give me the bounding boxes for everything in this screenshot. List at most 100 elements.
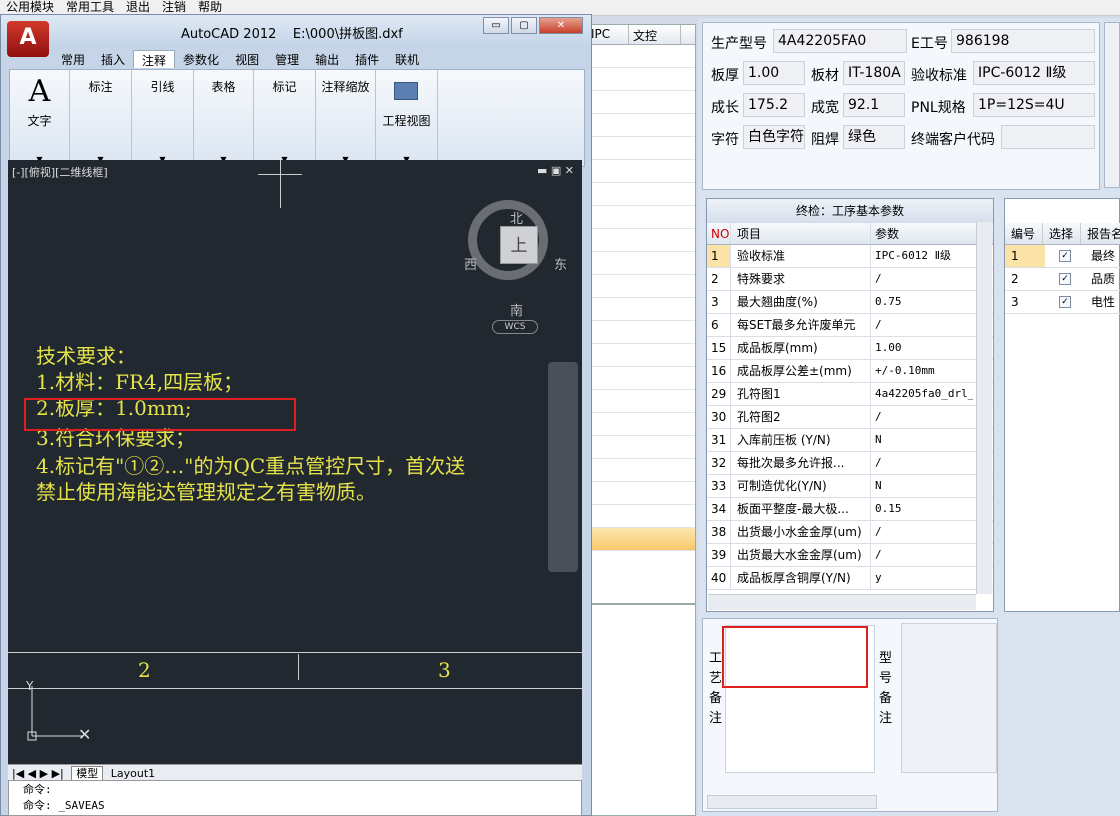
row-value[interactable]: 0.15 [871, 498, 973, 520]
table-row[interactable]: 1 验收标准 IPC-6012 Ⅱ级 [707, 245, 993, 268]
compass-south[interactable]: 南 [510, 300, 523, 319]
maximize-button[interactable]: ▢ [511, 17, 537, 34]
row-value[interactable]: 4a42205fa0_drl_ [871, 383, 973, 405]
table-row[interactable]: 1 ✓ 最终 [1005, 245, 1120, 268]
table-row[interactable]: 40 成品板厚含铜厚(Y/N) y [707, 567, 993, 590]
ribbon-leader-panel[interactable]: 引线▼ [132, 70, 194, 166]
row-value[interactable]: IPC-6012 Ⅱ级 [871, 245, 973, 267]
row-value[interactable]: / [871, 544, 973, 566]
drawing-canvas[interactable]: [-][俯视][二维线框] ▬ ▣ ✕ 上 北 南 东 西 WCS 技术要求： … [8, 160, 582, 764]
tab-parametric[interactable]: 参数化 [175, 50, 227, 68]
length-label: 成长 [711, 100, 739, 116]
ribbon-drawingview-panel[interactable]: 工程视图 ▼ [376, 70, 438, 166]
customer-code-field[interactable] [1001, 125, 1095, 149]
tab-home[interactable]: 常用 [53, 50, 93, 68]
ribbon-markup-panel[interactable]: 标记▼ [254, 70, 316, 166]
tab-output[interactable]: 输出 [307, 50, 347, 68]
menu-common-tools[interactable]: 常用工具 [60, 0, 120, 15]
col-header-report-name[interactable]: 报告名 [1081, 223, 1120, 244]
table-row[interactable]: 31 入库前压板 (Y/N) N [707, 429, 993, 452]
tab-online[interactable]: 联机 [387, 50, 427, 68]
menu-logout[interactable]: 注销 [156, 0, 192, 15]
model-field[interactable]: 4A42205FA0 [773, 29, 907, 53]
table-row[interactable]: 30 孔符图2/ [707, 406, 993, 429]
table-row[interactable]: 16 成品板厚公差±(mm) +/-0.10mm [707, 360, 993, 383]
row-value[interactable]: 0.75 [871, 291, 973, 313]
checkbox[interactable]: ✓ [1059, 250, 1071, 262]
tab-manage[interactable]: 管理 [267, 50, 307, 68]
bg-selected-row[interactable] [587, 528, 695, 551]
viewport-label[interactable]: [-][俯视][二维线框] [12, 164, 108, 180]
row-value[interactable]: / [871, 268, 973, 290]
wcs-menu[interactable]: WCS [492, 320, 538, 334]
remark-horizontal-scrollbar[interactable] [707, 795, 877, 809]
col-header-select[interactable]: 选择 [1043, 223, 1082, 244]
length-field[interactable]: 175.2 [743, 93, 805, 117]
command-line[interactable]: 命令: 命令: _SAVEAS [8, 780, 582, 816]
compass-north[interactable]: 北 [510, 208, 523, 227]
accept-std-field[interactable]: IPC-6012 Ⅱ级 [973, 61, 1095, 85]
row-value[interactable]: / [871, 314, 973, 336]
col-header-report-no[interactable]: 编号 [1005, 223, 1044, 244]
ribbon-text-panel[interactable]: A 文字 ▼ [10, 70, 70, 166]
viewcube-top-face[interactable]: 上 [500, 226, 538, 264]
checkbox[interactable]: ✓ [1059, 296, 1071, 308]
col-header-value[interactable]: 参数 [871, 223, 973, 244]
row-value[interactable]: +/-0.10mm [871, 360, 973, 382]
eno-field[interactable]: 986198 [951, 29, 1095, 53]
tab-plugins[interactable]: 插件 [347, 50, 387, 68]
material-field[interactable]: IT-180A [843, 61, 905, 85]
row-value[interactable]: / [871, 521, 973, 543]
ribbon-table-panel[interactable]: 表格▼ [194, 70, 254, 166]
model-remark-textarea[interactable] [901, 623, 997, 773]
table-row[interactable]: 32 每批次最多允许报... / [707, 452, 993, 475]
checkbox[interactable]: ✓ [1059, 273, 1071, 285]
table-row[interactable]: 29 孔符图1 4a42205fa0_drl_ [707, 383, 993, 406]
menu-help[interactable]: 帮助 [192, 0, 228, 15]
col-header-no[interactable]: NO [707, 223, 731, 244]
row-value[interactable]: / [871, 406, 973, 428]
tab-view[interactable]: 视图 [227, 50, 267, 68]
tab-insert[interactable]: 插入 [93, 50, 133, 68]
table-row[interactable]: 3 ✓ 电性 [1005, 291, 1120, 314]
menu-public-module[interactable]: 公用模块 [0, 0, 60, 15]
autocad-logo-icon[interactable]: A [7, 21, 49, 57]
table-row[interactable]: 33 可制造优化(Y/N) N [707, 475, 993, 498]
width-field[interactable]: 92.1 [843, 93, 905, 117]
close-button[interactable]: ✕ [539, 17, 583, 34]
minimize-button[interactable]: ▭ [483, 17, 509, 34]
table-row[interactable]: 38 出货最小水金金厚(um) / [707, 521, 993, 544]
row-value[interactable]: / [871, 452, 973, 474]
table-row[interactable]: 15 成品板厚(mm) 1.00 [707, 337, 993, 360]
table-row[interactable]: 2 ✓ 品质 [1005, 268, 1120, 291]
navigation-bar[interactable] [548, 362, 578, 572]
pnl-field[interactable]: 1P=12S=4U [973, 93, 1095, 117]
row-value[interactable]: N [871, 475, 973, 497]
tab-model[interactable]: 模型 [71, 766, 104, 781]
compass-east[interactable]: 东 [554, 254, 567, 273]
grid-vertical-scrollbar[interactable] [976, 222, 992, 594]
soldermask-field[interactable]: 绿色 [843, 125, 905, 149]
table-row[interactable]: 2 特殊要求 / [707, 268, 993, 291]
ribbon-annoscale-panel[interactable]: 注释缩放▼ [316, 70, 376, 166]
row-value[interactable]: 1.00 [871, 337, 973, 359]
silkscreen-field[interactable]: 白色字符 [743, 125, 805, 149]
row-value[interactable]: y [871, 567, 973, 589]
ribbon-dimension-panel[interactable]: 标注▼ [70, 70, 132, 166]
row-value[interactable]: N [871, 429, 973, 451]
tab-nav-arrows[interactable]: |◀ ◀ ▶ ▶| [8, 767, 64, 780]
tab-annotate[interactable]: 注释 [133, 50, 176, 68]
col-header-item[interactable]: 项目 [731, 223, 871, 244]
row-no: 33 [707, 475, 731, 497]
viewport-controls[interactable]: ▬ ▣ ✕ [537, 164, 574, 177]
compass-west[interactable]: 西 [464, 254, 477, 273]
menu-exit[interactable]: 退出 [120, 0, 156, 15]
table-row[interactable]: 3 最大翘曲度(%) 0.75 [707, 291, 993, 314]
table-row[interactable]: 39 出货最大水金金厚(um) / [707, 544, 993, 567]
thickness-field[interactable]: 1.00 [743, 61, 805, 85]
tab-layout1[interactable]: Layout1 [107, 767, 159, 780]
grid-horizontal-scrollbar[interactable] [708, 594, 976, 610]
table-row[interactable]: 34 板面平整度-最大极... 0.15 [707, 498, 993, 521]
background-list-panel: IPC 文控 [586, 24, 696, 604]
table-row[interactable]: 6 每SET最多允许废单元 / [707, 314, 993, 337]
